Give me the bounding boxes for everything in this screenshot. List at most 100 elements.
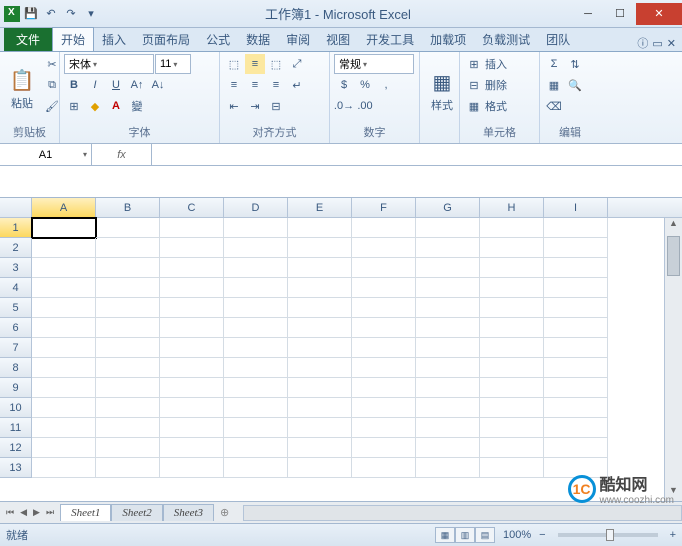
zoom-in-icon[interactable]: + [670,529,676,541]
cell[interactable] [544,358,608,378]
increase-decimal-icon[interactable]: .0→ [334,96,354,116]
decrease-decimal-icon[interactable]: .00 [355,96,375,116]
cell[interactable] [480,318,544,338]
cell[interactable] [416,258,480,278]
row-header[interactable]: 12 [0,438,32,458]
cell[interactable] [96,218,160,238]
font-size-combo[interactable]: 11▾ [155,54,191,74]
comma-icon[interactable]: , [376,75,396,95]
cell[interactable] [96,298,160,318]
cell[interactable] [416,318,480,338]
tab-formulas[interactable]: 公式 [198,28,238,51]
cell[interactable] [352,418,416,438]
cell[interactable] [352,378,416,398]
zoom-out-icon[interactable]: − [539,529,545,541]
row-header[interactable]: 6 [0,318,32,338]
sheet-last-icon[interactable]: ⏭ [44,507,56,518]
cell[interactable] [480,238,544,258]
select-all-corner[interactable] [0,198,32,217]
cell[interactable] [480,398,544,418]
cell[interactable] [32,458,96,478]
cell[interactable] [288,358,352,378]
cell[interactable] [96,338,160,358]
cell[interactable] [544,398,608,418]
tab-addins[interactable]: 加载项 [422,28,474,51]
cell[interactable] [352,398,416,418]
row-header[interactable]: 10 [0,398,32,418]
cell[interactable] [544,458,608,478]
tab-page-layout[interactable]: 页面布局 [134,28,198,51]
cell[interactable] [288,338,352,358]
cell[interactable] [288,378,352,398]
cell[interactable] [32,278,96,298]
minimize-button[interactable]: ─ [572,3,604,25]
cell[interactable] [480,278,544,298]
redo-icon[interactable]: ↷ [62,5,80,23]
format-cells-icon[interactable]: ▦ [464,96,484,116]
cell[interactable] [352,358,416,378]
wrap-text-icon[interactable]: ↵ [287,75,307,95]
cell[interactable] [160,438,224,458]
italic-button[interactable]: I [85,75,105,95]
cell[interactable] [160,378,224,398]
cell[interactable] [480,358,544,378]
percent-icon[interactable]: % [355,75,375,95]
cell[interactable] [160,258,224,278]
view-normal-icon[interactable]: ▦ [435,527,455,543]
shrink-font-icon[interactable]: A↓ [148,75,168,95]
vertical-scrollbar[interactable]: ▲ ▼ [664,218,682,501]
cell[interactable] [480,338,544,358]
cell[interactable] [96,458,160,478]
merge-icon[interactable]: ⊟ [266,96,286,116]
cell[interactable] [32,218,96,238]
cell[interactable] [352,438,416,458]
cell[interactable] [96,318,160,338]
cell[interactable] [544,278,608,298]
cell[interactable] [544,298,608,318]
cell[interactable] [544,218,608,238]
cell[interactable] [224,438,288,458]
row-header[interactable]: 5 [0,298,32,318]
align-center-icon[interactable]: ≡ [245,75,265,95]
cell[interactable] [544,438,608,458]
sheet-tab-2[interactable]: Sheet2 [111,504,162,521]
file-tab[interactable]: 文件 [4,28,52,51]
cell[interactable] [416,218,480,238]
row-header[interactable]: 2 [0,238,32,258]
qat-more-icon[interactable]: ▾ [82,5,100,23]
cell[interactable] [416,458,480,478]
cell[interactable] [160,238,224,258]
cell[interactable] [416,338,480,358]
cell[interactable] [288,318,352,338]
underline-button[interactable]: U [106,75,126,95]
cell[interactable] [544,318,608,338]
cell[interactable] [352,298,416,318]
cell[interactable] [480,258,544,278]
align-right-icon[interactable]: ≡ [266,75,286,95]
cell[interactable] [224,338,288,358]
cell[interactable] [352,218,416,238]
cell[interactable] [480,218,544,238]
cell[interactable] [160,358,224,378]
phonetic-icon[interactable]: 變 [127,96,147,116]
tab-insert[interactable]: 插入 [94,28,134,51]
cell[interactable] [352,458,416,478]
cell[interactable] [544,238,608,258]
cell[interactable] [224,458,288,478]
cell[interactable] [480,418,544,438]
cell[interactable] [544,338,608,358]
new-sheet-icon[interactable]: ⊕ [214,506,235,519]
zoom-slider[interactable] [558,533,658,537]
cell[interactable] [160,318,224,338]
tab-team[interactable]: 团队 [538,28,578,51]
cut-icon[interactable]: ✂ [42,54,62,74]
sheet-prev-icon[interactable]: ◀ [18,507,29,518]
decrease-indent-icon[interactable]: ⇤ [224,96,244,116]
cell[interactable] [224,298,288,318]
cell[interactable] [96,418,160,438]
find-icon[interactable]: 🔍 [565,75,585,95]
column-header[interactable]: H [480,198,544,217]
cell[interactable] [32,338,96,358]
column-header[interactable]: B [96,198,160,217]
cell[interactable] [480,298,544,318]
